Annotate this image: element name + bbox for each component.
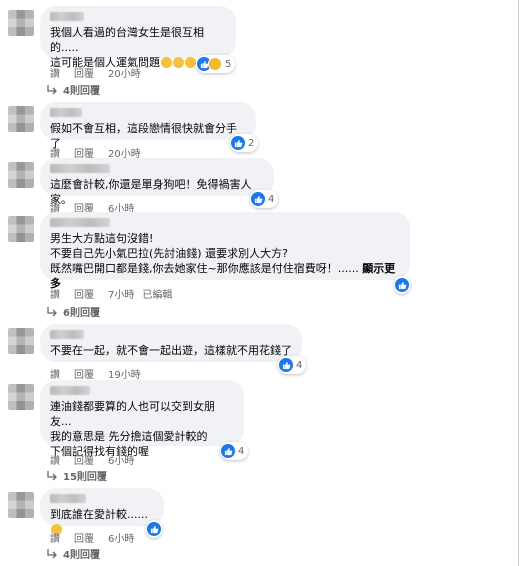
view-replies-link[interactable]: 4則回覆 — [46, 546, 100, 561]
reply-button[interactable]: 回覆 — [74, 286, 94, 301]
avatar[interactable] — [8, 162, 34, 188]
avatar[interactable] — [8, 328, 34, 354]
reply-arrow-icon — [47, 306, 57, 316]
like-button[interactable]: 讚 — [50, 366, 60, 381]
comment-actions: 讚 回覆 6小時 — [50, 452, 134, 467]
laugh-icon — [208, 57, 222, 71]
reaction-summary[interactable]: 4 — [250, 190, 279, 208]
comment-bubble: 連油錢都要算的人也可以交到女朋友... 我的意思是 先分擔這個愛計較的 下個記得… — [40, 380, 244, 458]
reply-button[interactable]: 回覆 — [74, 65, 94, 80]
comment-bubble: 我個人看過的台灣女生是很互相的..... 這可能是個人運氣問題 — [40, 6, 236, 69]
like-icon — [251, 192, 265, 206]
comment-actions: 讚 回覆 6小時 — [50, 530, 134, 545]
timestamp[interactable]: 7小時 — [108, 286, 134, 301]
comment-bubble: 這麼會計較,你還是單身狗吧！免得禍害人家。 — [40, 158, 274, 206]
like-button[interactable]: 讚 — [50, 286, 60, 301]
timestamp[interactable]: 6小時 — [108, 530, 134, 545]
comment-bubble: 到底誰在愛計較...... — [40, 488, 164, 535]
like-icon — [147, 522, 161, 536]
like-button[interactable]: 讚 — [50, 452, 60, 467]
comment-text: 男生大方點這句沒錯! 不要自己先小氣巴拉(先討油錢) 還要求別人大方? 既然嘴巴… — [50, 232, 396, 290]
reaction-summary[interactable]: 5 — [196, 55, 236, 73]
edited-label: 已編輯 — [142, 290, 173, 301]
like-icon — [221, 444, 235, 458]
comment-actions: 讚 回覆 19小時 — [50, 366, 141, 381]
comment-text: 連油錢都要算的人也可以交到女朋友... 我的意思是 先分擔這個愛計較的 下個記得… — [50, 400, 215, 458]
view-replies-link[interactable]: 6則回覆 — [46, 304, 100, 319]
reaction-summary[interactable]: 4 — [278, 356, 307, 374]
commenter-name[interactable] — [50, 386, 90, 395]
commenter-name[interactable] — [50, 12, 84, 21]
timestamp[interactable]: 20小時 — [108, 65, 141, 80]
comment-bubble: 不要在一起，就不會一起出遊，這樣就不用花錢了 — [40, 324, 302, 362]
reaction-count: 5 — [225, 58, 232, 70]
like-icon — [231, 136, 245, 150]
replies-count: 15則回覆 — [63, 472, 107, 483]
reaction-count: 4 — [238, 445, 245, 457]
like-button[interactable]: 讚 — [50, 65, 60, 80]
reaction-summary[interactable] — [394, 276, 410, 294]
reply-button[interactable]: 回覆 — [74, 452, 94, 467]
page-divider — [518, 0, 519, 566]
reaction-summary[interactable] — [146, 520, 162, 538]
avatar[interactable] — [8, 10, 34, 36]
view-replies-link[interactable]: 15則回覆 — [46, 468, 107, 483]
comment-actions: 讚 回覆 7小時 已編輯 — [50, 286, 172, 301]
reply-arrow-icon — [47, 84, 57, 94]
emoji-icon — [161, 57, 172, 68]
comment-text: 不要在一起，就不會一起出遊，這樣就不用花錢了 — [50, 344, 292, 357]
commenter-name[interactable] — [50, 164, 110, 173]
like-icon — [395, 278, 409, 292]
reply-button[interactable]: 回覆 — [74, 366, 94, 381]
avatar[interactable] — [8, 492, 34, 518]
view-replies-link[interactable]: 4則回覆 — [46, 82, 100, 97]
replies-count: 6則回覆 — [63, 308, 100, 319]
comment-actions: 讚 回覆 20小時 — [50, 65, 141, 80]
replies-count: 4則回覆 — [63, 550, 100, 561]
avatar[interactable] — [8, 216, 34, 242]
reply-arrow-icon — [47, 548, 57, 558]
like-button[interactable]: 讚 — [50, 530, 60, 545]
reaction-summary[interactable]: 2 — [230, 134, 259, 152]
emoji-icon — [173, 57, 184, 68]
commenter-name[interactable] — [50, 330, 84, 339]
reply-button[interactable]: 回覆 — [74, 530, 94, 545]
replies-count: 4則回覆 — [63, 86, 100, 97]
reaction-summary[interactable]: 4 — [220, 442, 249, 460]
emoji-icon — [185, 57, 196, 68]
timestamp[interactable]: 19小時 — [108, 366, 141, 381]
avatar[interactable] — [8, 384, 34, 410]
comment-bubble: 假如不會互相，這段戀情很快就會分手了 — [40, 102, 256, 150]
commenter-name[interactable] — [50, 218, 110, 227]
comment-bubble: 男生大方點這句沒錯! 不要自己先小氣巴拉(先討油錢) 還要求別人大方? 既然嘴巴… — [40, 212, 410, 290]
commenter-name[interactable] — [50, 494, 86, 503]
reaction-count: 2 — [248, 137, 255, 149]
avatar[interactable] — [8, 106, 34, 132]
like-icon — [279, 358, 293, 372]
reaction-count: 4 — [296, 359, 303, 371]
reply-arrow-icon — [47, 470, 57, 480]
timestamp[interactable]: 6小時 — [108, 452, 134, 467]
reaction-count: 4 — [268, 193, 275, 205]
commenter-name[interactable] — [50, 108, 82, 117]
